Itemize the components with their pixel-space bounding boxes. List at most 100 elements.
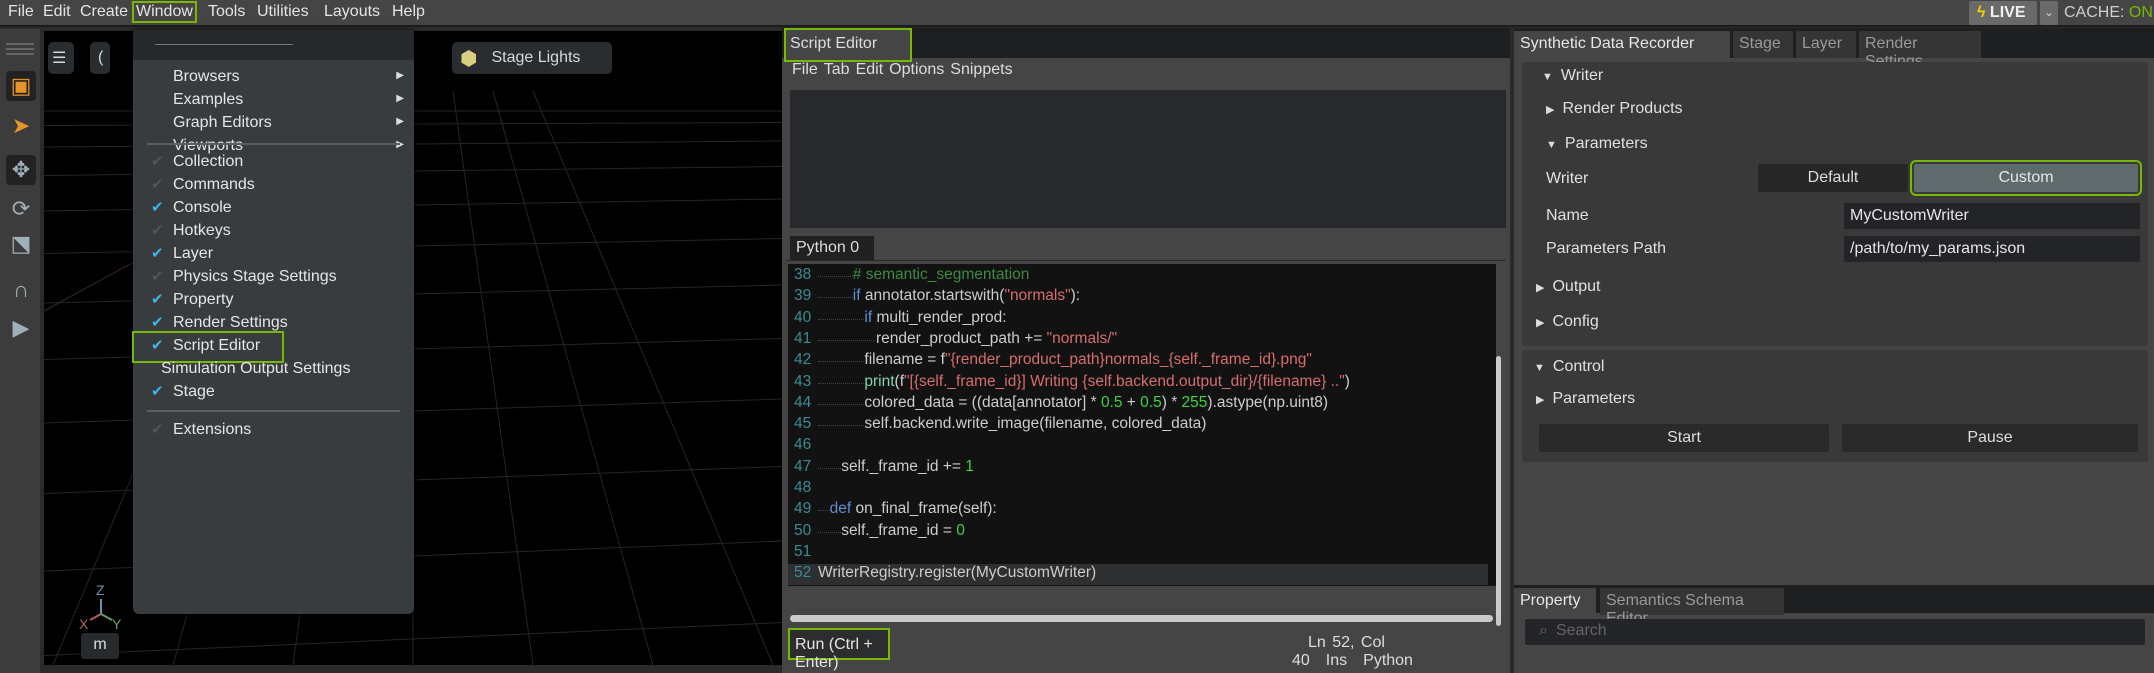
code-line[interactable]: 45 self.backend.write_image(filename, col…: [788, 415, 1488, 436]
menu-item-label: Simulation Output Settings: [161, 360, 351, 377]
code-token: self.backend.write_image(filename, color…: [864, 415, 1207, 433]
run-button[interactable]: Run (Ctrl + Enter): [788, 628, 890, 671]
camera-light-icon[interactable]: (: [90, 42, 110, 74]
code-line[interactable]: 39 if annotator.startswith("normals"):: [788, 287, 1488, 308]
code-token: on_final_frame(self):: [855, 500, 997, 518]
code-line[interactable]: 42 filename = f"{render_product_path}norm…: [788, 351, 1488, 372]
parameters-header[interactable]: ▼ Parameters: [1546, 135, 1648, 153]
snap-magnet-icon[interactable]: ∩: [6, 275, 36, 305]
tab-synthetic-data-recorder[interactable]: Synthetic Data Recorder: [1514, 31, 1730, 58]
writer-header[interactable]: ▼ Writer: [1542, 67, 1603, 85]
line-number: 49: [794, 500, 812, 518]
tab-layer[interactable]: Layer: [1796, 31, 1856, 58]
custom-writer-button[interactable]: Custom: [1910, 160, 2142, 196]
output-label: Output: [1552, 278, 1601, 295]
code-token: render_product_path +=: [876, 329, 1047, 347]
live-dropdown-chevron-icon[interactable]: ⌄: [2040, 1, 2058, 25]
code-line[interactable]: 51: [788, 543, 1488, 564]
se-menu-tab[interactable]: Tab: [824, 61, 850, 78]
code-line[interactable]: 49 def on_final_frame(self):: [788, 500, 1488, 521]
menu-file[interactable]: File: [6, 3, 36, 21]
lightning-icon: ϟ: [1977, 4, 1986, 21]
code-token: ): [1344, 372, 1350, 390]
indent-guide: [818, 415, 865, 427]
menu-item-extensions[interactable]: ✔ Extensions: [133, 416, 414, 446]
live-button[interactable]: ϟ LIVE: [1969, 1, 2037, 25]
menu-help[interactable]: Help: [390, 3, 427, 21]
code-text: self._frame_id = 0: [818, 522, 965, 540]
code-line[interactable]: 47 self._frame_id += 1: [788, 458, 1488, 479]
menu-utilities[interactable]: Utilities: [255, 3, 311, 21]
code-token: annotator.startswith(: [864, 287, 1005, 305]
select-arrow-icon[interactable]: ➤: [6, 111, 36, 141]
language-mode: Python: [1363, 652, 1413, 669]
start-button[interactable]: Start: [1539, 424, 1829, 452]
menu-item-label: Hotkeys: [173, 222, 231, 239]
line-number: 44: [794, 393, 812, 411]
tab-semantics-schema-editor[interactable]: Semantics Schema Editor: [1600, 588, 1784, 627]
code-line[interactable]: 52 WriterRegistry.register(MyCustomWriter…: [788, 564, 1488, 586]
code-line[interactable]: 48: [788, 479, 1488, 500]
code-line[interactable]: 50 self._frame_id = 0: [788, 522, 1488, 543]
menu-edit[interactable]: Edit: [41, 3, 73, 21]
output-header[interactable]: ▶ Output: [1536, 278, 1601, 296]
code-line[interactable]: 43 print(f"[{self._frame_id}] Writing {se…: [788, 373, 1488, 394]
se-menu-snippets[interactable]: Snippets: [950, 61, 1012, 78]
indent-guide: [818, 287, 853, 299]
name-input[interactable]: MyCustomWriter: [1844, 203, 2140, 229]
line-number: 42: [794, 351, 812, 369]
code-line[interactable]: 46: [788, 436, 1488, 457]
render-products-header[interactable]: ▶ Render Products: [1546, 100, 1683, 118]
collapse-triangle-icon: ▼: [1542, 71, 1553, 83]
scale-icon[interactable]: ⬔: [6, 229, 36, 259]
config-header[interactable]: ▶ Config: [1536, 313, 1599, 331]
unit-button[interactable]: m: [81, 633, 119, 659]
viewport-settings-icon[interactable]: ☰: [48, 42, 74, 74]
code-token: 0: [956, 521, 965, 539]
move-icon[interactable]: ✥: [6, 155, 36, 185]
parameters-path-input[interactable]: /path/to/my_params.json: [1844, 236, 2140, 262]
code-line[interactable]: 38 # semantic_segmentation: [788, 266, 1488, 287]
checkmark-icon: ✔: [151, 383, 164, 400]
code-editor[interactable]: 38 # semantic_segmentation 39 if annotator.…: [788, 264, 1496, 586]
tab-property[interactable]: Property: [1514, 588, 1596, 615]
axis-y-label: Y: [112, 616, 122, 629]
tab-stage[interactable]: Stage: [1733, 31, 1793, 58]
code-line[interactable]: 41 render_product_path += "normals/": [788, 330, 1488, 351]
play-icon[interactable]: ▶: [6, 313, 36, 343]
property-search-input[interactable]: ⌕ Search: [1525, 619, 2145, 645]
rotate-icon[interactable]: ⟳: [6, 194, 36, 224]
se-menu-file[interactable]: File: [792, 61, 818, 78]
indent-guide: [818, 394, 865, 405]
se-menu-options[interactable]: Options: [889, 61, 944, 78]
code-token: ).astype(np.uint8): [1207, 393, 1329, 411]
stage-lights-button[interactable]: ⬢ Stage Lights: [452, 42, 612, 74]
script-output-area[interactable]: [790, 90, 1506, 228]
horizontal-scrollbar[interactable]: [790, 615, 1493, 622]
menu-window[interactable]: Window: [132, 1, 197, 23]
control-header[interactable]: ▼ Control: [1534, 358, 1604, 376]
tab-python-0[interactable]: Python 0: [790, 236, 874, 260]
menu-layouts[interactable]: Layouts: [322, 3, 382, 21]
code-text: print(f"[{self._frame_id}] Writing {self…: [818, 373, 1350, 391]
control-parameters-header[interactable]: ▶ Parameters: [1536, 390, 1635, 408]
se-menu-edit[interactable]: Edit: [856, 61, 884, 78]
tab-render-settings[interactable]: Render Settings: [1859, 31, 1981, 70]
code-text: # semantic_segmentation: [818, 266, 1029, 284]
code-line[interactable]: 40 if multi_render_prod:: [788, 309, 1488, 330]
tab-script-editor[interactable]: Script Editor: [784, 28, 912, 62]
pause-button[interactable]: Pause: [1842, 424, 2138, 452]
grip-icon[interactable]: [6, 43, 34, 45]
menu-tearoff[interactable]: [133, 30, 414, 60]
code-token: ):: [1070, 287, 1081, 305]
select-mode-icon[interactable]: ▣: [6, 71, 36, 101]
menu-tools[interactable]: Tools: [206, 3, 247, 21]
checkmark-icon: ✔: [151, 222, 164, 239]
code-line[interactable]: 44 colored_data = ((data[annotator] * 0.5…: [788, 394, 1488, 415]
menu-item-stage[interactable]: ✔ Stage: [133, 378, 414, 408]
default-writer-button[interactable]: Default: [1758, 164, 1908, 192]
menu-create[interactable]: Create: [78, 3, 130, 21]
vertical-scrollbar[interactable]: [1496, 356, 1501, 626]
left-toolbar: ▣ ➤ ✥ ⟳ ⬔ ∩ ▶: [0, 29, 40, 673]
menu-item-label: Graph Editors: [173, 114, 272, 131]
